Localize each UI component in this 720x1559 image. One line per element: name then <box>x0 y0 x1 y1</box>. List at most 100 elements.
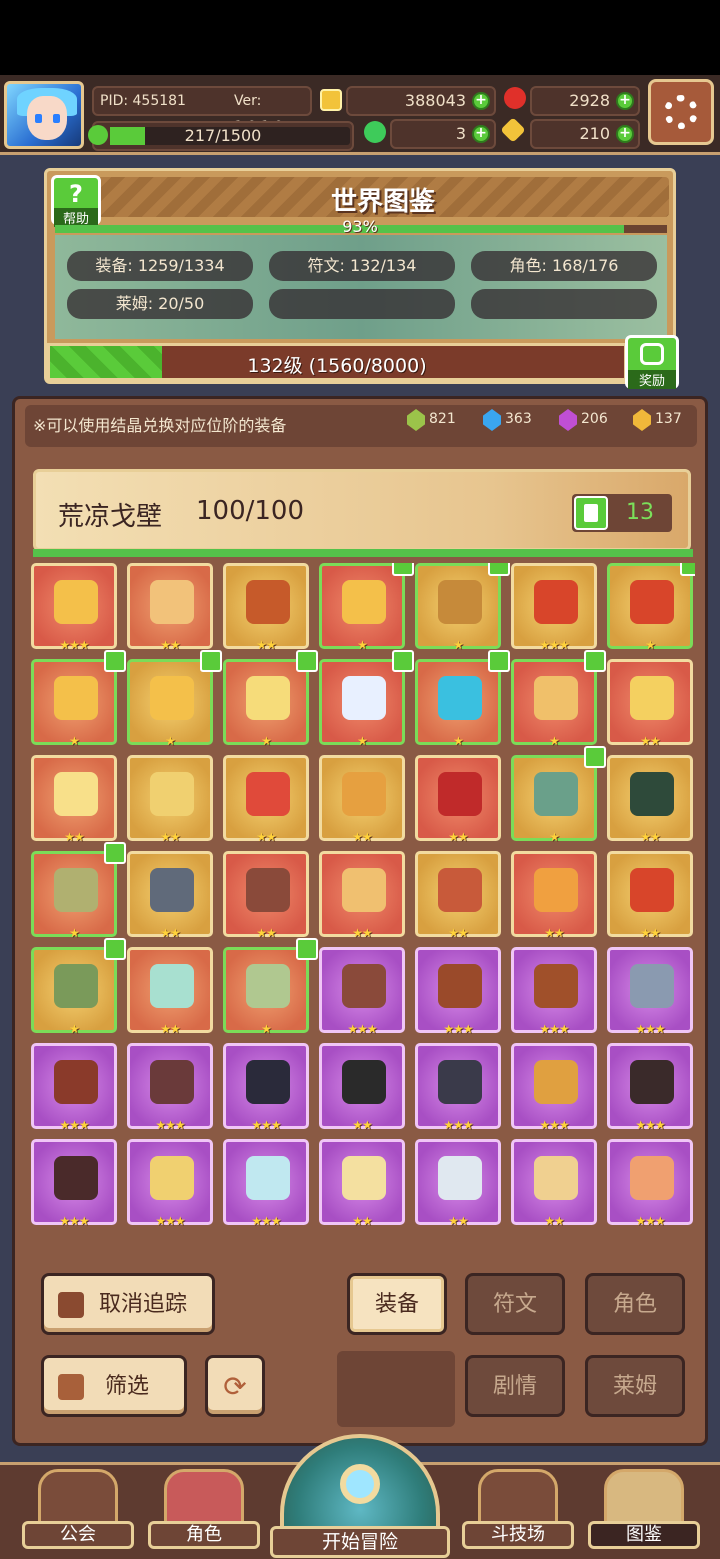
equipment-item[interactable]: ★ <box>511 650 606 748</box>
star-rating: ★★★ <box>635 1022 665 1036</box>
add-gold-button[interactable]: + <box>472 92 490 110</box>
star-rating: ★★ <box>640 926 661 940</box>
equipment-item[interactable]: ★★ <box>607 851 693 940</box>
reward-icon <box>640 343 664 365</box>
equipment-item[interactable]: ★★★ <box>415 1043 501 1132</box>
equipment-icon <box>630 964 674 1008</box>
nav-guild[interactable]: 公会 <box>22 1461 134 1551</box>
star-rating: ★ <box>645 638 656 652</box>
equipment-item[interactable]: ★★★ <box>127 1139 213 1228</box>
tab-equipment[interactable]: 装备 <box>347 1273 447 1335</box>
nav-arena[interactable]: 斗技场 <box>462 1461 574 1551</box>
equipment-item[interactable]: ★ <box>223 650 318 748</box>
equipment-item[interactable]: ★★ <box>127 755 213 844</box>
nav-character[interactable]: 角色 <box>148 1461 260 1551</box>
equipment-item[interactable]: ★★★ <box>127 1043 213 1132</box>
equipment-item[interactable]: ★ <box>223 938 318 1036</box>
equipment-item[interactable]: ★★ <box>415 851 501 940</box>
add-gem-button[interactable]: + <box>616 92 634 110</box>
equipment-icon <box>630 772 674 816</box>
equipment-item[interactable]: ★ <box>511 746 606 844</box>
stat-empty-2 <box>471 289 657 319</box>
tab-slimes[interactable]: 莱姆 <box>585 1355 685 1417</box>
tab-runes[interactable]: 符文 <box>465 1273 565 1335</box>
area-count: 100/100 <box>196 496 305 526</box>
equipment-item[interactable]: ★★★ <box>31 1043 117 1132</box>
star-rating: ★★ <box>160 926 181 940</box>
tracked-thumbs-up-icon <box>200 650 222 672</box>
equipment-item[interactable]: ★ <box>319 650 414 748</box>
tab-characters[interactable]: 角色 <box>585 1273 685 1335</box>
encyclopedia-panel: 世界图鉴 ? 帮助 93% 装备: 1259/1334 符文: 132/134 … <box>44 168 679 389</box>
equipment-icon <box>438 580 482 624</box>
equipment-item[interactable]: ★★★ <box>415 947 501 1036</box>
level-text: 132级 (1560/8000) <box>247 355 427 377</box>
equipment-item[interactable]: ★ <box>31 650 126 748</box>
nav-adventure[interactable]: 开始冒险 <box>270 1434 450 1559</box>
equipment-item[interactable]: ★★★ <box>223 1043 309 1132</box>
equipment-item[interactable]: ★★ <box>127 563 213 652</box>
equipment-item[interactable]: ★★★ <box>31 563 117 652</box>
stat-empty-1 <box>269 289 455 319</box>
hud: PID: 455181 Ver: 1.0.1.0 388043 + 2928 +… <box>0 75 720 155</box>
equipment-icon <box>150 772 194 816</box>
equipment-item[interactable]: ★★ <box>511 1139 597 1228</box>
title-band: 世界图鉴 <box>97 177 669 217</box>
equipment-icon <box>534 1156 578 1200</box>
star-rating: ★★★ <box>347 1022 377 1036</box>
clover-icon <box>364 121 386 143</box>
equipment-item[interactable]: ★★★ <box>607 1043 693 1132</box>
star-rating: ★★★ <box>635 1118 665 1132</box>
avatar-eye-left <box>35 114 42 123</box>
equipment-item[interactable]: ★★ <box>415 755 501 844</box>
equipment-item[interactable]: ★ <box>31 938 126 1036</box>
equipment-item[interactable]: ★★ <box>31 755 117 844</box>
refresh-button[interactable]: ⟳ <box>205 1355 265 1417</box>
equipment-item[interactable]: ★★ <box>319 755 405 844</box>
equipment-item[interactable]: ★★ <box>607 755 693 844</box>
star-rating: ★★★ <box>251 1118 281 1132</box>
add-clover-button[interactable]: + <box>472 125 490 143</box>
avatar[interactable] <box>4 81 84 149</box>
equipment-item[interactable]: ★★★ <box>511 563 597 652</box>
untrack-button[interactable]: 取消追踪 <box>41 1273 215 1335</box>
add-key-button[interactable]: + <box>616 125 634 143</box>
equipment-item[interactable]: ★★ <box>223 563 309 652</box>
equipment-item[interactable]: ★★★ <box>31 1139 117 1228</box>
equipment-item[interactable]: ★★★ <box>511 1043 597 1132</box>
star-rating: ★★ <box>448 1214 469 1228</box>
like-counter[interactable]: 13 <box>572 494 672 532</box>
equipment-item[interactable]: ★★ <box>607 659 693 748</box>
equipment-item[interactable]: ★★ <box>319 851 405 940</box>
equipment-item[interactable]: ★ <box>319 563 414 652</box>
nav-character-label: 角色 <box>148 1521 260 1549</box>
equipment-item[interactable]: ★★ <box>319 1043 405 1132</box>
equipment-item[interactable]: ★★ <box>415 1139 501 1228</box>
equipment-item[interactable]: ★★ <box>127 851 213 940</box>
equipment-icon <box>246 772 290 816</box>
settings-button[interactable] <box>648 79 714 145</box>
equipment-item[interactable]: ★ <box>415 563 510 652</box>
equipment-item[interactable]: ★ <box>31 842 126 940</box>
equipment-item[interactable]: ★★ <box>127 947 213 1036</box>
nav-guild-label: 公会 <box>22 1521 134 1549</box>
equipment-item[interactable]: ★★ <box>511 851 597 940</box>
nav-encyclopedia[interactable]: 图鉴 <box>588 1461 700 1551</box>
reward-button[interactable]: 奖励 <box>625 335 679 389</box>
equipment-item[interactable]: ★★★ <box>511 947 597 1036</box>
filter-button[interactable]: 筛选 <box>41 1355 187 1417</box>
equipment-icon <box>246 868 290 912</box>
equipment-item[interactable]: ★★★ <box>607 947 693 1036</box>
equipment-item[interactable]: ★★ <box>319 1139 405 1228</box>
equipment-item[interactable]: ★ <box>607 563 695 652</box>
equipment-item[interactable]: ★ <box>127 650 222 748</box>
equipment-item[interactable]: ★★★ <box>319 947 405 1036</box>
equipment-item[interactable]: ★★★ <box>223 1139 309 1228</box>
tab-story[interactable]: 剧情 <box>465 1355 565 1417</box>
equipment-item[interactable]: ★★ <box>223 851 309 940</box>
equipment-item[interactable]: ★★★ <box>607 1139 693 1228</box>
equipment-item[interactable]: ★★ <box>223 755 309 844</box>
star-rating: ★★ <box>256 830 277 844</box>
star-rating: ★★ <box>640 734 661 748</box>
equipment-item[interactable]: ★ <box>415 650 510 748</box>
